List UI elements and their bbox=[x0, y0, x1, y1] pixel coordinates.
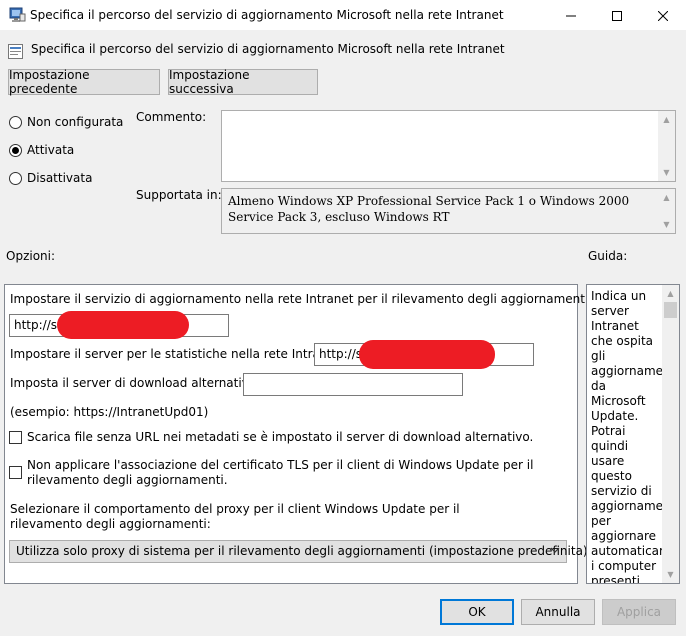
policy-app-icon bbox=[9, 7, 26, 22]
update-service-label: Impostare il servizio di aggiornamento n… bbox=[10, 292, 593, 306]
comment-textarea[interactable]: ▲ ▼ bbox=[221, 110, 676, 182]
scroll-up-icon[interactable]: ▲ bbox=[658, 189, 675, 206]
stats-server-label: Impostare il server per le statistiche n… bbox=[10, 347, 344, 361]
radio-label: Attivata bbox=[27, 143, 75, 157]
redaction-mark bbox=[57, 311, 189, 339]
guide-text: Indica un server Intranet che ospita gli… bbox=[591, 289, 680, 584]
scroll-up-icon[interactable]: ▲ bbox=[662, 285, 679, 302]
comment-scrollbar[interactable]: ▲ ▼ bbox=[658, 111, 675, 181]
previous-setting-button[interactable]: Impostazione precedente bbox=[8, 68, 160, 96]
maximize-icon bbox=[612, 10, 622, 21]
radio-indicator bbox=[9, 115, 22, 129]
guide-label: Guida: bbox=[588, 249, 628, 263]
supported-scrollbar[interactable]: ▲ ▼ bbox=[658, 189, 675, 233]
download-without-url-label: Scarica file senza URL nei metadati se è… bbox=[27, 430, 534, 444]
next-setting-button[interactable]: Impostazione successiva bbox=[168, 68, 318, 96]
example-text: (esempio: https://IntranetUpd01) bbox=[10, 405, 209, 419]
supported-label: Supportata in: bbox=[136, 188, 222, 202]
proxy-behavior-select[interactable]: Utilizza solo proxy di sistema per il ri… bbox=[9, 540, 588, 563]
window-title: Specifica il percorso del servizio di ag… bbox=[30, 8, 504, 22]
policy-setting-icon bbox=[8, 44, 23, 59]
policy-title: Specifica il percorso del servizio di ag… bbox=[31, 42, 505, 56]
apply-button[interactable]: Applica bbox=[602, 599, 676, 625]
options-panel: Impostare il servizio di aggiornamento n… bbox=[4, 284, 592, 584]
minimize-button[interactable] bbox=[548, 0, 594, 31]
chevron-down-icon bbox=[550, 547, 560, 553]
radio-indicator bbox=[9, 143, 22, 157]
guide-panel: Indica un server Intranet che ospita gli… bbox=[586, 284, 680, 584]
scroll-down-icon[interactable]: ▼ bbox=[662, 566, 679, 583]
scroll-down-icon[interactable]: ▼ bbox=[658, 216, 675, 233]
supported-value: Almeno Windows XP Professional Service P… bbox=[228, 194, 630, 224]
ok-button[interactable]: OK bbox=[440, 599, 514, 625]
radio-label: Non configurata bbox=[27, 115, 124, 129]
scroll-thumb[interactable] bbox=[664, 302, 677, 318]
scroll-up-icon[interactable]: ▲ bbox=[658, 111, 675, 128]
cancel-button[interactable]: Annulla bbox=[521, 599, 595, 625]
supported-box: Almeno Windows XP Professional Service P… bbox=[221, 188, 676, 234]
alt-download-label: Imposta il server di download alternativ… bbox=[10, 376, 261, 390]
radio-enabled[interactable]: Attivata bbox=[9, 142, 74, 158]
options-label: Opzioni: bbox=[6, 249, 56, 263]
close-button[interactable] bbox=[640, 0, 686, 31]
tls-binding-label: Non applicare l'associazione del certifi… bbox=[27, 458, 534, 487]
radio-label: Disattivata bbox=[27, 171, 93, 185]
proxy-selected-value: Utilizza solo proxy di sistema per il ri… bbox=[16, 544, 588, 558]
guide-scrollbar[interactable]: ▲ ▼ bbox=[662, 285, 679, 583]
radio-disabled[interactable]: Disattivata bbox=[9, 170, 92, 186]
title-bar: Specifica il percorso del servizio di ag… bbox=[0, 0, 686, 31]
maximize-button[interactable] bbox=[594, 0, 640, 31]
proxy-label: Selezionare il comportamento del proxy p… bbox=[10, 502, 460, 531]
alt-download-input[interactable] bbox=[243, 373, 463, 396]
scroll-down-icon[interactable]: ▼ bbox=[658, 164, 675, 181]
redaction-mark bbox=[359, 340, 495, 369]
radio-not-configured[interactable]: Non configurata bbox=[9, 114, 123, 130]
download-without-url-checkbox[interactable] bbox=[9, 431, 22, 444]
comment-label: Commento: bbox=[136, 110, 207, 124]
tls-binding-checkbox[interactable] bbox=[9, 466, 22, 479]
minimize-icon bbox=[566, 15, 576, 16]
close-icon bbox=[658, 10, 668, 21]
radio-indicator bbox=[9, 171, 22, 185]
